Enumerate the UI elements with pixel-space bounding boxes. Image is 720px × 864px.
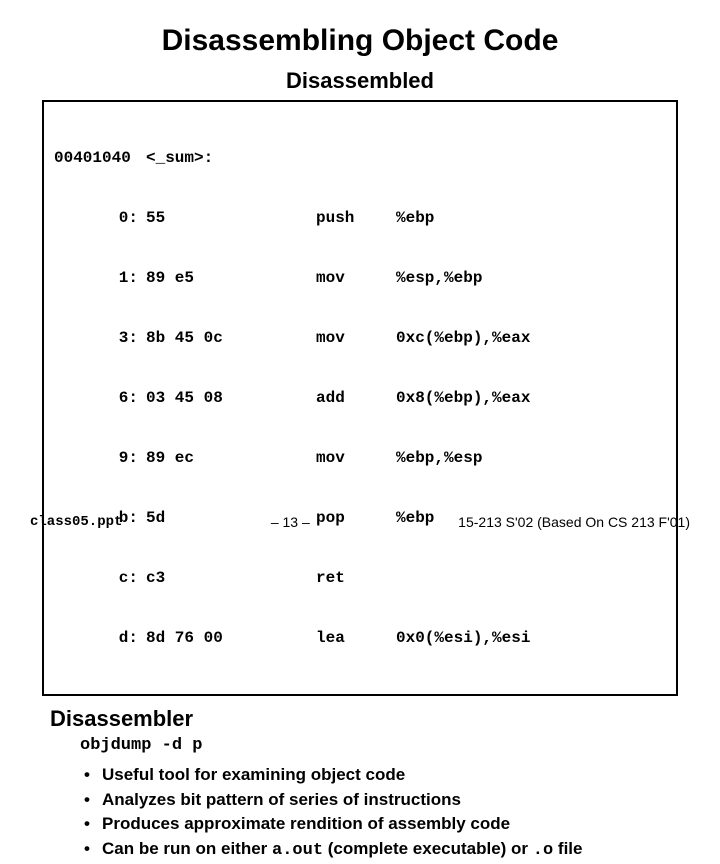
code-mnem: mov: [316, 328, 396, 348]
bullet-list: • Useful tool for examining object code …: [84, 763, 692, 864]
bullet-text: Produces approximate rendition of assemb…: [102, 812, 510, 837]
slide-title: Disassembling Object Code: [28, 24, 692, 58]
code-ops: %esp,%ebp: [396, 268, 666, 288]
code-addr: 6:: [54, 388, 142, 408]
code-bytes: 89 e5: [142, 268, 316, 288]
code-addr: 0:: [54, 208, 142, 228]
subhead-disassembled: Disassembled: [28, 68, 692, 94]
slide-footer: class05.ppt – 13 – 15-213 S'02 (Based On…: [0, 514, 720, 530]
code-addr: 9:: [54, 448, 142, 468]
code-header-addr: 00401040: [54, 148, 142, 168]
slide: Disassembling Object Code Disassembled 0…: [0, 0, 720, 540]
code-row: 6: 03 45 08 add 0x8(%ebp),%eax: [54, 388, 666, 408]
code-mnem: push: [316, 208, 396, 228]
bullet-item: • Useful tool for examining object code: [84, 763, 692, 788]
bullet-text: Analyzes bit pattern of series of instru…: [102, 788, 461, 813]
code-mnem: lea: [316, 628, 396, 648]
footer-course: 15-213 S'02 (Based On CS 213 F'01): [458, 514, 690, 530]
code-bytes: c3: [142, 568, 316, 588]
code-row: 9: 89 ec mov %ebp,%esp: [54, 448, 666, 468]
bullet-item: • Analyzes bit pattern of series of inst…: [84, 788, 692, 813]
code-header-label: <_sum>:: [142, 148, 316, 168]
code-addr: c:: [54, 568, 142, 588]
bullet-dot-icon: •: [84, 788, 102, 813]
bullet-text: Useful tool for examining object code: [102, 763, 405, 788]
code-mnem: mov: [316, 448, 396, 468]
code-header-row: 00401040 <_sum>:: [54, 148, 666, 168]
code-ops: %ebp: [396, 208, 666, 228]
code-addr: 3:: [54, 328, 142, 348]
code-bytes: 03 45 08: [142, 388, 316, 408]
code-row: c: c3 ret: [54, 568, 666, 588]
code-addr: d:: [54, 628, 142, 648]
bullet-item: • Can be run on either a.out (complete e…: [84, 837, 692, 864]
code-row: 3: 8b 45 0c mov 0xc(%ebp),%eax: [54, 328, 666, 348]
bullet-item: • Produces approximate rendition of asse…: [84, 812, 692, 837]
code-ops: [396, 568, 666, 588]
bullet-dot-icon: •: [84, 763, 102, 788]
code-ops: 0x0(%esi),%esi: [396, 628, 666, 648]
code-row: 1: 89 e5 mov %esp,%ebp: [54, 268, 666, 288]
code-mnem: mov: [316, 268, 396, 288]
code-bytes: 8b 45 0c: [142, 328, 316, 348]
disassembly-codebox: 00401040 <_sum>: 0: 55 push %ebp 1: 89 e…: [42, 100, 678, 696]
code-row: d: 8d 76 00 lea 0x0(%esi),%esi: [54, 628, 666, 648]
section-head-disassembler: Disassembler: [50, 706, 692, 732]
code-addr: 1:: [54, 268, 142, 288]
footer-filename: class05.ppt: [30, 514, 122, 530]
bullet-text: Can be run on either a.out (complete exe…: [102, 837, 582, 864]
code-bytes: 8d 76 00: [142, 628, 316, 648]
bullet-dot-icon: •: [84, 812, 102, 837]
code-ops: %ebp,%esp: [396, 448, 666, 468]
code-bytes: 55: [142, 208, 316, 228]
mono-aout: a.out: [272, 841, 323, 860]
code-bytes: 89 ec: [142, 448, 316, 468]
code-row: 0: 55 push %ebp: [54, 208, 666, 228]
objdump-command: objdump -d p: [80, 736, 692, 755]
code-ops: 0xc(%ebp),%eax: [396, 328, 666, 348]
footer-page-number: – 13 –: [271, 514, 310, 530]
mono-dot-o: .o: [533, 841, 553, 860]
code-mnem: add: [316, 388, 396, 408]
code-ops: 0x8(%ebp),%eax: [396, 388, 666, 408]
bullet-dot-icon: •: [84, 837, 102, 864]
code-mnem: ret: [316, 568, 396, 588]
